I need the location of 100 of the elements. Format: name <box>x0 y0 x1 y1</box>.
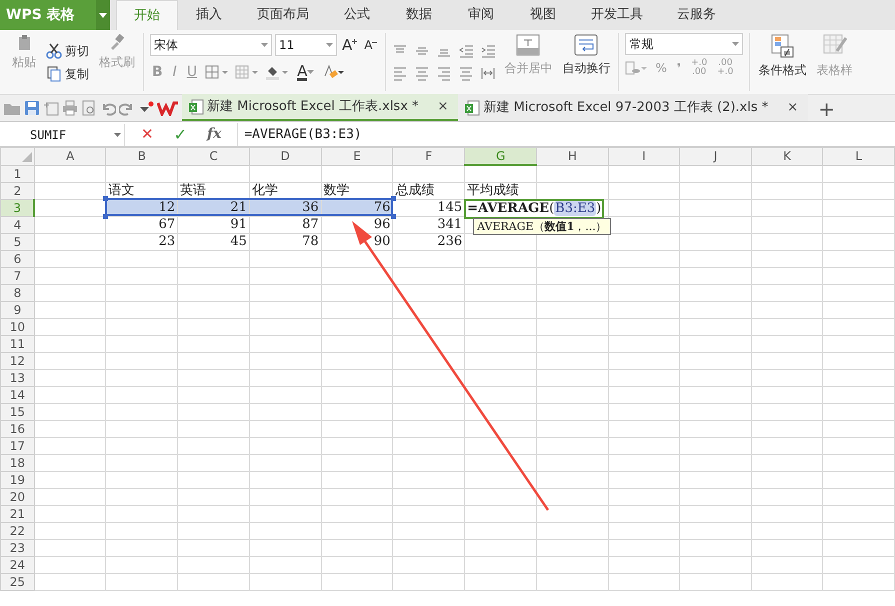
table-cell: 化学 <box>249 182 322 199</box>
cancel-button[interactable]: ✕ <box>137 123 158 146</box>
justify-icon[interactable] <box>458 65 474 81</box>
borders-icon[interactable] <box>205 64 230 80</box>
grow-font-button[interactable]: A <box>340 33 360 58</box>
font-color-button[interactable]: A <box>295 62 316 82</box>
column-header[interactable]: C <box>178 148 250 165</box>
shrink-font-button[interactable]: A <box>362 35 380 56</box>
row-header[interactable]: 12 <box>0 352 34 369</box>
row-header[interactable]: 13 <box>0 369 34 386</box>
copy-button[interactable]: 复制 <box>44 64 91 84</box>
menu-tab[interactable]: 云服务 <box>660 0 733 30</box>
row-header[interactable]: 2 <box>0 182 34 199</box>
print-preview-icon[interactable] <box>81 100 97 116</box>
fill-color-icon[interactable] <box>265 64 290 80</box>
merge-cells-icon <box>516 34 540 56</box>
row-header[interactable]: 14 <box>0 386 34 403</box>
column-header[interactable]: D <box>249 148 322 165</box>
row-header[interactable]: 6 <box>0 250 34 267</box>
new-tab-button[interactable]: + <box>814 97 839 121</box>
align-center-icon[interactable] <box>414 65 430 81</box>
table-cell: 23 <box>106 233 178 250</box>
align-left-icon[interactable] <box>392 65 408 81</box>
table-cell: 45 <box>178 233 250 250</box>
row-header[interactable]: 1 <box>0 165 34 182</box>
row-header[interactable]: 18 <box>0 454 34 471</box>
function-tooltip: AVERAGE（数值1，...） <box>473 218 611 234</box>
conditional-format-button[interactable]: 条件格式 <box>756 33 808 91</box>
table-cell: 78 <box>249 233 322 250</box>
menu-tab[interactable]: 数据 <box>388 0 450 30</box>
cut-button[interactable]: 剪切 <box>44 40 91 60</box>
column-header[interactable]: B <box>106 148 178 165</box>
formula-field[interactable]: =AVERAGE(B3:E3) <box>237 123 895 146</box>
row-header[interactable]: 22 <box>0 522 34 539</box>
decrease-indent-icon[interactable] <box>458 43 474 59</box>
increase-indent-icon[interactable] <box>480 43 496 59</box>
row-header[interactable]: 25 <box>0 573 34 590</box>
enter-button[interactable]: ✓ <box>170 122 191 146</box>
close-tab-button[interactable]: × <box>783 98 802 118</box>
table-cell: 236 <box>392 233 465 250</box>
row-header[interactable]: 10 <box>0 318 34 335</box>
row-header[interactable]: 3 <box>0 199 34 216</box>
caret-icon <box>307 70 314 74</box>
column-header[interactable]: J <box>680 148 752 165</box>
font-size-field[interactable]: 11 <box>275 34 337 56</box>
column-header[interactable]: E <box>321 148 393 165</box>
column-header[interactable]: L <box>822 148 894 165</box>
menu-tab[interactable]: 视图 <box>512 0 574 30</box>
dropdown-caret-icon <box>114 132 121 136</box>
menu-tab[interactable]: 开发工具 <box>574 0 660 30</box>
distributed-icon[interactable] <box>480 65 496 81</box>
row-header[interactable]: 21 <box>0 505 34 522</box>
row-header[interactable]: 11 <box>0 335 34 352</box>
menu-tab[interactable]: 审阅 <box>450 0 512 30</box>
column-header[interactable]: I <box>608 148 680 165</box>
row-header[interactable]: 5 <box>0 233 34 250</box>
dropdown-caret-icon <box>732 42 740 46</box>
insert-function-button[interactable]: fx <box>202 124 226 145</box>
menu-tab[interactable]: 页面布局 <box>240 0 326 30</box>
caret-icon[interactable] <box>99 12 107 18</box>
close-tab-button[interactable]: × <box>434 96 452 116</box>
row-header[interactable]: 19 <box>0 471 34 488</box>
brush-icon <box>109 34 125 50</box>
menu-tab[interactable]: 公式 <box>326 0 388 30</box>
wrap-text-button[interactable]: 自动换行 <box>560 33 612 91</box>
font-name-field[interactable]: 宋体 <box>150 34 272 56</box>
table-cell: 87 <box>249 216 322 233</box>
minus-icon <box>372 40 378 45</box>
menu-tab[interactable]: 插入 <box>178 0 240 30</box>
number-format-field[interactable]: 常规 <box>625 33 744 55</box>
plus-icon <box>352 38 358 44</box>
align-right-icon[interactable] <box>436 65 452 81</box>
cell-editor-field[interactable]: =AVERAGE(B3:E3) <box>464 198 604 218</box>
row-header[interactable]: 8 <box>0 284 34 301</box>
row-header[interactable]: 20 <box>0 488 34 505</box>
menu-tab[interactable]: 开始 <box>116 0 178 30</box>
print-icon[interactable] <box>62 100 78 116</box>
column-header[interactable]: H <box>536 148 608 165</box>
row-header[interactable]: 4 <box>0 216 34 233</box>
row-header[interactable]: 9 <box>0 301 34 318</box>
column-header[interactable]: A <box>34 148 106 165</box>
row-header[interactable]: 24 <box>0 556 34 573</box>
currency-icon[interactable] <box>625 60 648 76</box>
row-header[interactable]: 15 <box>0 403 34 420</box>
clipboard-icon <box>16 34 32 50</box>
row-header[interactable]: 16 <box>0 420 34 437</box>
row-header[interactable]: 23 <box>0 539 34 556</box>
document-tab[interactable]: 新建 Microsoft Excel 工作表.xlsx * × <box>182 94 458 121</box>
clear-format-icon[interactable] <box>322 64 344 80</box>
row-header[interactable]: 17 <box>0 437 34 454</box>
column-header[interactable]: G <box>464 148 537 165</box>
row-header[interactable]: 7 <box>0 267 34 284</box>
table-cell: 91 <box>178 216 250 233</box>
wrap-text-icon <box>574 34 598 56</box>
spreadsheet-file-icon <box>464 100 480 116</box>
column-header[interactable]: K <box>751 148 823 165</box>
cell-style-icon[interactable] <box>235 64 260 80</box>
save-icon[interactable] <box>24 100 40 116</box>
wps-logo-icon[interactable] <box>157 100 179 116</box>
column-header[interactable]: F <box>392 148 465 165</box>
